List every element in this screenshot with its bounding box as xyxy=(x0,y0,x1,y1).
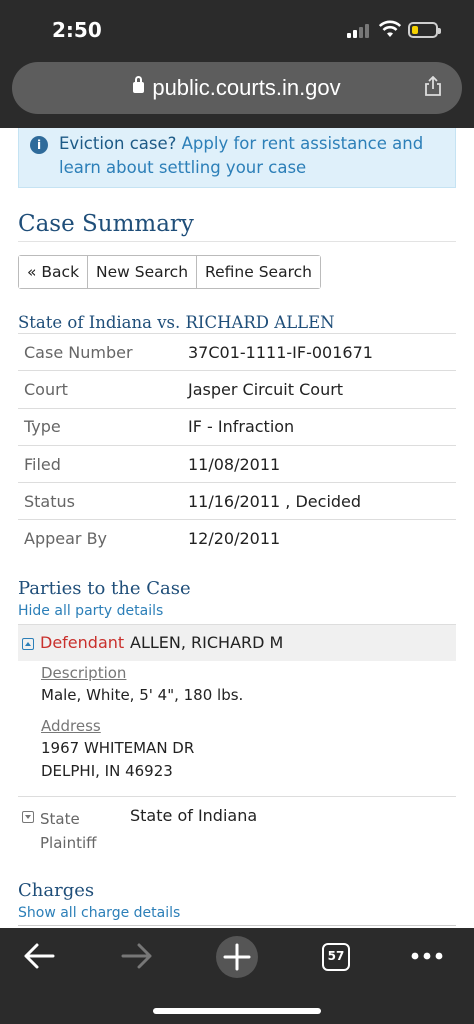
home-indicator xyxy=(153,1008,321,1014)
type-label: Type xyxy=(18,407,188,446)
table-row: Appear By 12/20/2011 xyxy=(18,519,456,558)
defendant-role: Defendant xyxy=(40,633,125,652)
page-title: Case Summary xyxy=(18,211,194,237)
back-arrow-icon[interactable] xyxy=(22,942,56,970)
battery-icon xyxy=(408,22,441,38)
new-search-button[interactable]: New Search xyxy=(88,256,198,288)
appear-by-label: Appear By xyxy=(18,519,188,558)
defendant-name: ALLEN, RICHARD M xyxy=(130,633,284,652)
case-info-table: Case Number 37C01-1111-IF-001671 Court Jas… xyxy=(18,332,456,558)
eviction-banner: i Eviction case? Apply for rent assistan… xyxy=(18,128,456,188)
court-value: Jasper Circuit Court xyxy=(188,370,456,409)
case-number-label: Case Number xyxy=(18,332,188,371)
collapse-icon[interactable] xyxy=(22,638,34,650)
table-row: Court Jasper Circuit Court xyxy=(18,370,456,409)
nav-button-group: « Back New Search Refine Search xyxy=(18,255,321,289)
status-label: Status xyxy=(18,482,188,520)
plaintiff-role-line2: Plaintiff xyxy=(40,834,97,852)
lock-icon xyxy=(133,76,145,93)
wifi-icon xyxy=(378,20,402,37)
address-line2: DELPHI, IN 46923 xyxy=(41,762,173,780)
browser-chrome: 2:50 public.courts.in.gov xyxy=(0,0,474,128)
status-value: 11/16/2011 , Decided xyxy=(188,482,456,520)
show-charge-details-link[interactable]: Show all charge details xyxy=(18,905,180,921)
court-label: Court xyxy=(18,370,188,409)
address-line1: 1967 WHITEMAN DR xyxy=(41,739,195,757)
banner-lead: Eviction case? xyxy=(59,134,177,153)
forward-arrow-icon[interactable] xyxy=(120,942,154,970)
filed-value: 11/08/2011 xyxy=(188,444,456,483)
expand-icon[interactable] xyxy=(22,811,34,823)
description-value: Male, White, 5' 4", 180 lbs. xyxy=(41,686,244,704)
hide-party-details-link[interactable]: Hide all party details xyxy=(18,603,163,619)
divider xyxy=(18,241,456,242)
status-time: 2:50 xyxy=(52,18,102,42)
share-icon[interactable] xyxy=(424,76,442,96)
description-label: Description xyxy=(41,664,127,682)
info-icon: i xyxy=(30,136,48,154)
table-row: Case Number 37C01-1111-IF-001671 xyxy=(18,332,456,371)
divider xyxy=(18,925,456,926)
url-text: public.courts.in.gov xyxy=(152,75,341,100)
plaintiff-role-line1: State xyxy=(40,810,80,828)
table-row: Status 11/16/2011 , Decided xyxy=(18,482,456,520)
plaintiff-name: State of Indiana xyxy=(130,806,258,825)
cellular-signal-icon xyxy=(347,22,369,38)
table-row: Type IF - Infraction xyxy=(18,407,456,446)
back-button[interactable]: « Back xyxy=(19,256,89,288)
table-row: Filed 11/08/2011 xyxy=(18,444,456,483)
refine-search-button[interactable]: Refine Search xyxy=(197,256,320,288)
case-number-value: 37C01-1111-IF-001671 xyxy=(188,332,456,371)
defendant-row[interactable]: Defendant ALLEN, RICHARD M xyxy=(18,624,456,661)
tabs-count-icon[interactable]: 57 xyxy=(322,943,350,971)
charges-heading: Charges xyxy=(18,880,95,901)
address-bar[interactable]: public.courts.in.gov xyxy=(12,62,462,114)
new-tab-icon[interactable] xyxy=(215,935,259,979)
parties-heading: Parties to the Case xyxy=(18,578,191,599)
type-value: IF - Infraction xyxy=(188,407,456,446)
case-title: State of Indiana vs. RICHARD ALLEN xyxy=(18,313,335,332)
filed-label: Filed xyxy=(18,444,188,483)
address-label: Address xyxy=(41,717,101,735)
more-icon[interactable] xyxy=(410,951,444,961)
appear-by-value: 12/20/2011 xyxy=(188,519,456,558)
plaintiff-row[interactable]: State Plaintiff State of Indiana xyxy=(18,796,456,858)
